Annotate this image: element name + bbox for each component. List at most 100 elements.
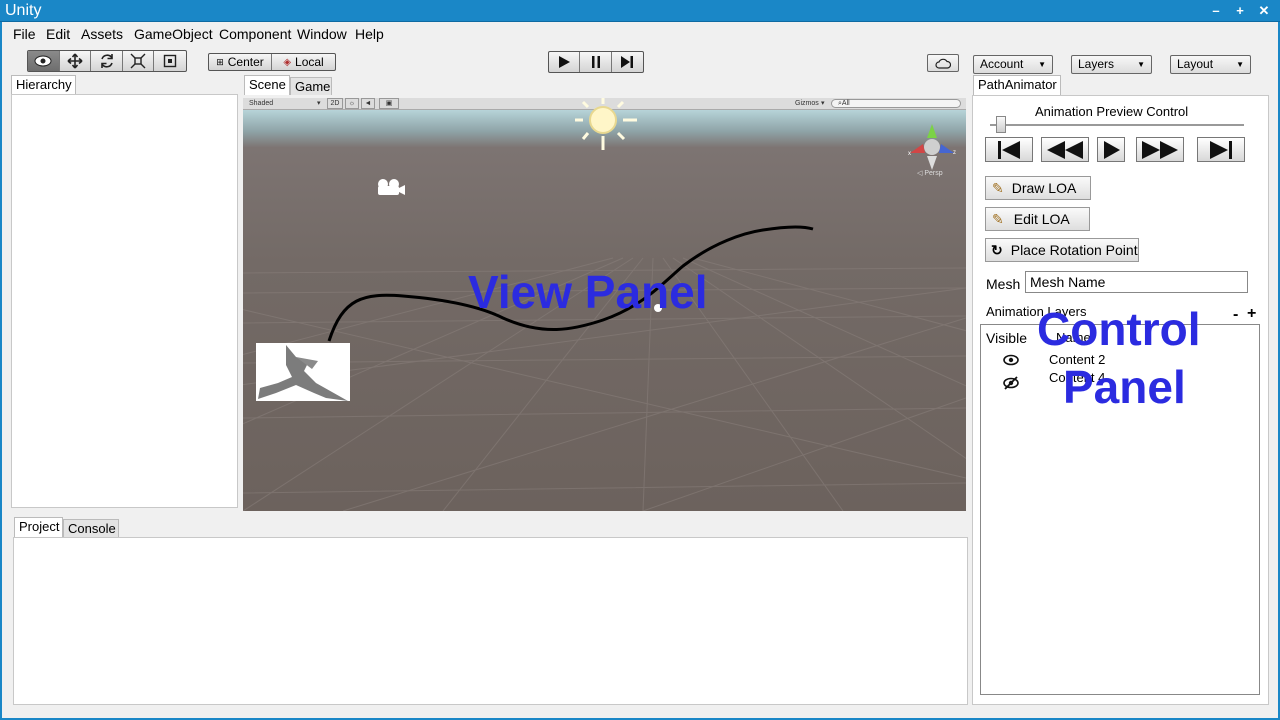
tab-project[interactable]: Project — [14, 517, 63, 537]
pause-icon — [591, 56, 600, 68]
menu-gameobject[interactable]: GameObject — [134, 26, 213, 42]
scale-icon — [130, 53, 146, 69]
move-tool-button[interactable] — [60, 51, 92, 71]
rect-transform-icon — [164, 54, 177, 68]
perspective-label[interactable]: ◁ Persp — [917, 169, 943, 177]
menu-component[interactable]: Component — [219, 26, 291, 42]
project-panel[interactable] — [13, 537, 968, 705]
view-tool-button[interactable] — [28, 51, 60, 71]
local-cube-icon: ◈ — [283, 56, 292, 68]
center-pivot-icon: ⊞ — [216, 56, 224, 67]
step-button[interactable] — [612, 52, 643, 72]
add-layer-button[interactable]: + — [1247, 305, 1256, 323]
svg-text:z: z — [953, 150, 956, 156]
draw-loa-label: Draw LOA — [1011, 180, 1077, 196]
menu-window[interactable]: Window — [297, 26, 347, 42]
tab-hierarchy[interactable]: Hierarchy — [11, 75, 76, 94]
cloud-icon — [935, 58, 951, 69]
layers-dropdown[interactable]: Layers ▼ — [1071, 55, 1152, 74]
pivot-center-button[interactable]: ⊞ Center — [209, 54, 273, 70]
pivot-center-label: Center — [227, 55, 264, 69]
last-frame-button[interactable] — [1197, 137, 1245, 162]
play-icon — [559, 56, 571, 68]
hierarchy-panel[interactable] — [11, 94, 238, 508]
scene-orientation-gizmo-icon[interactable]: z x — [908, 124, 956, 170]
tab-pathanimator[interactable]: PathAnimator — [973, 75, 1061, 95]
eye-visible-icon[interactable] — [1003, 354, 1019, 366]
menu-assets[interactable]: Assets — [81, 26, 123, 42]
space-local-button[interactable]: ◈ Local — [272, 54, 335, 70]
chevron-down-icon: ▼ — [1137, 60, 1145, 69]
eye-icon — [34, 55, 52, 67]
menu-bar: File Edit Assets GameObject Component Wi… — [0, 22, 1280, 46]
scene-view[interactable]: Shaded ▾ 2D ☼ ◄ ▣ Gizmos ▾ ⌕All z x ◁ Pe… — [243, 98, 966, 511]
camera-icon — [378, 179, 405, 195]
tab-scene[interactable]: Scene — [244, 75, 290, 95]
preview-slider-track[interactable] — [990, 124, 1244, 126]
mesh-name-field[interactable]: Mesh Name — [1025, 271, 1248, 293]
play-button[interactable] — [549, 52, 581, 72]
control-panel-overlay-label-2: Panel — [1063, 361, 1186, 413]
play-icon — [1104, 140, 1120, 159]
place-rotation-point-button[interactable]: ↻ Place Rotation Point — [985, 238, 1139, 262]
account-label: Account — [980, 57, 1024, 71]
layers-label: Layers — [1078, 57, 1115, 71]
edit-loa-label: Edit LOA — [1013, 211, 1070, 227]
rotate-icon — [100, 54, 113, 68]
fast-forward-button[interactable] — [1136, 137, 1184, 162]
rewind-button[interactable] — [1041, 137, 1089, 162]
window-title: Unity — [5, 2, 42, 19]
skip-to-start-icon — [998, 140, 1020, 159]
svg-text:x: x — [908, 151, 911, 157]
maximize-button[interactable]: + — [1230, 3, 1250, 19]
eye-hidden-icon[interactable] — [1003, 376, 1019, 390]
tab-game[interactable]: Game — [290, 77, 332, 95]
space-local-label: Local — [295, 55, 324, 69]
place-rotation-label: Place Rotation Point — [1010, 242, 1138, 258]
view-panel-overlay-label: View Panel — [468, 266, 708, 318]
preview-control-title: Animation Preview Control — [1035, 104, 1189, 119]
chevron-down-icon: ▼ — [1236, 60, 1244, 69]
rect-tool-button[interactable] — [154, 51, 186, 71]
edit-loa-button[interactable]: ✎ Edit LOA — [985, 207, 1090, 231]
close-button[interactable]: ✕ — [1254, 3, 1274, 19]
control-panel-overlay-label-1: Control — [1037, 303, 1201, 355]
draw-loa-button[interactable]: ✎ Draw LOA — [985, 176, 1091, 200]
title-bar: Unity – + ✕ — [0, 0, 1280, 22]
play-controls — [548, 51, 644, 73]
persp-text: Persp — [924, 170, 943, 177]
pivot-toggles: ⊞ Center ◈ Local — [208, 53, 336, 71]
bird-mesh-icon — [258, 345, 348, 401]
menu-edit[interactable]: Edit — [46, 26, 70, 42]
pencil-icon: ✎ — [992, 210, 1004, 227]
step-forward-icon — [621, 56, 634, 68]
layout-dropdown[interactable]: Layout ▼ — [1170, 55, 1251, 74]
fast-forward-icon — [1142, 140, 1178, 159]
transform-tools — [27, 50, 187, 72]
scale-tool-button[interactable] — [123, 51, 155, 71]
rotate-icon: ↻ — [991, 241, 1003, 258]
sun-icon — [575, 98, 637, 150]
menu-file[interactable]: File — [13, 26, 36, 42]
rewind-icon — [1047, 140, 1083, 159]
move-arrows-icon — [67, 53, 83, 69]
account-dropdown[interactable]: Account ▼ — [973, 55, 1053, 74]
first-frame-button[interactable] — [985, 137, 1033, 162]
tab-console[interactable]: Console — [63, 519, 119, 537]
remove-layer-button[interactable]: - — [1233, 306, 1238, 324]
cloud-button[interactable] — [927, 54, 959, 72]
pencil-icon: ✎ — [992, 179, 1004, 196]
mesh-label: Mesh — [986, 276, 1021, 292]
col-visible-header: Visible — [986, 330, 1027, 346]
layout-label: Layout — [1177, 57, 1214, 71]
preview-slider-handle[interactable] — [996, 116, 1006, 133]
minimize-button[interactable]: – — [1206, 3, 1226, 19]
menu-help[interactable]: Help — [355, 26, 384, 42]
window-frame-left — [0, 22, 2, 720]
chevron-down-icon: ▼ — [1038, 60, 1046, 69]
rotate-tool-button[interactable] — [91, 51, 123, 71]
mesh-preview-thumbnail[interactable] — [256, 343, 350, 401]
pause-button[interactable] — [580, 52, 612, 72]
preview-play-button[interactable] — [1097, 137, 1125, 162]
skip-to-end-icon — [1210, 140, 1232, 159]
